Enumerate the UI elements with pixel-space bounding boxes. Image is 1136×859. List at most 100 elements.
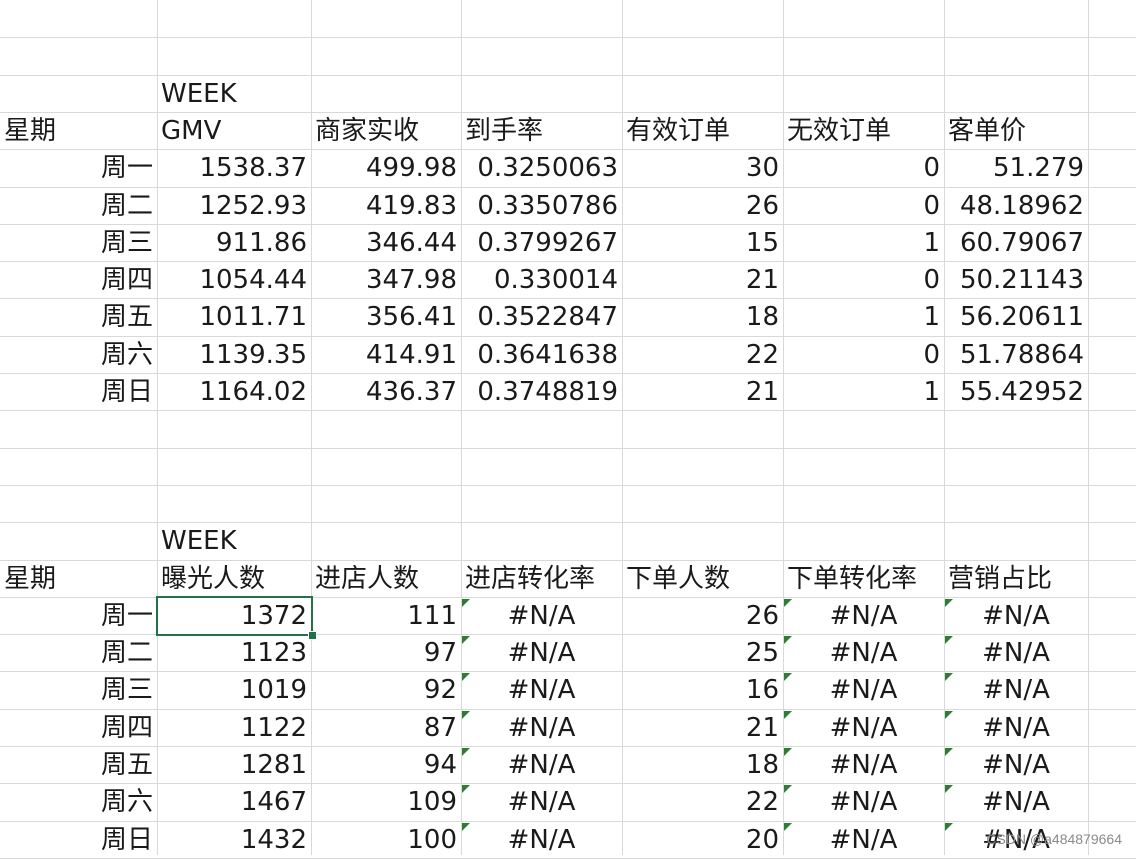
- top-cell-r3-c1[interactable]: 1054.44: [157, 262, 311, 299]
- error-indicator-icon[interactable]: [462, 636, 470, 644]
- top-cell-r2-c4[interactable]: 15: [622, 225, 783, 262]
- error-indicator-icon[interactable]: [462, 748, 470, 756]
- top-cell-r4-c1[interactable]: 1011.71: [157, 299, 311, 336]
- bottom-cell-r0-c6[interactable]: #N/A: [944, 598, 1088, 635]
- top-cell-r5-c2[interactable]: 414.91: [311, 337, 461, 374]
- top-cell-r1-c0[interactable]: 周二: [0, 188, 157, 225]
- top-cell-r4-c6[interactable]: 56.20611: [944, 299, 1088, 336]
- bottom-cell-r6-c4[interactable]: 20: [622, 822, 783, 859]
- bottom-cell-r2-c6[interactable]: #N/A: [944, 672, 1088, 709]
- error-indicator-icon[interactable]: [945, 636, 953, 644]
- error-indicator-icon[interactable]: [462, 823, 470, 831]
- top-cell-r5-c6[interactable]: 51.78864: [944, 337, 1088, 374]
- top-header-1[interactable]: GMV: [157, 113, 311, 150]
- top-cell-r3-c6[interactable]: 50.21143: [944, 262, 1088, 299]
- top-cell-r4-c5[interactable]: 1: [783, 299, 944, 336]
- top-cell-r6-c6[interactable]: 55.42952: [944, 374, 1088, 411]
- top-cell-r4-c2[interactable]: 356.41: [311, 299, 461, 336]
- top-cell-r2-c3[interactable]: 0.3799267: [461, 225, 622, 262]
- bottom-cell-r5-c3[interactable]: #N/A: [461, 784, 622, 821]
- top-cell-r3-c4[interactable]: 21: [622, 262, 783, 299]
- top-cell-r0-c2[interactable]: 499.98: [311, 150, 461, 187]
- top-cell-r4-c4[interactable]: 18: [622, 299, 783, 336]
- top-cell-r1-c4[interactable]: 26: [622, 188, 783, 225]
- top-cell-r3-c2[interactable]: 347.98: [311, 262, 461, 299]
- top-header-4[interactable]: 有效订单: [622, 113, 783, 150]
- top-cell-r6-c4[interactable]: 21: [622, 374, 783, 411]
- bottom-cell-r1-c5[interactable]: #N/A: [783, 635, 944, 672]
- bottom-cell-r6-c5[interactable]: #N/A: [783, 822, 944, 859]
- bottom-cell-r2-c5[interactable]: #N/A: [783, 672, 944, 709]
- bottom-cell-r5-c6[interactable]: #N/A: [944, 784, 1088, 821]
- bottom-cell-r2-c2[interactable]: 92: [311, 672, 461, 709]
- top-cell-r3-c5[interactable]: 0: [783, 262, 944, 299]
- bottom-cell-r5-c0[interactable]: 周六: [0, 784, 157, 821]
- error-indicator-icon[interactable]: [945, 785, 953, 793]
- error-indicator-icon[interactable]: [784, 823, 792, 831]
- top-cell-r6-c5[interactable]: 1: [783, 374, 944, 411]
- error-indicator-icon[interactable]: [462, 673, 470, 681]
- selected-cell-outline[interactable]: [156, 596, 313, 636]
- error-indicator-icon[interactable]: [462, 599, 470, 607]
- error-indicator-icon[interactable]: [784, 599, 792, 607]
- top-cell-r0-c5[interactable]: 0: [783, 150, 944, 187]
- bottom-cell-r2-c1[interactable]: 1019: [157, 672, 311, 709]
- bottom-cell-r2-c3[interactable]: #N/A: [461, 672, 622, 709]
- bottom-header-2[interactable]: 进店人数: [311, 561, 461, 598]
- top-cell-r4-c0[interactable]: 周五: [0, 299, 157, 336]
- top-header-5[interactable]: 无效订单: [783, 113, 944, 150]
- bottom-cell-r4-c2[interactable]: 94: [311, 747, 461, 784]
- error-indicator-icon[interactable]: [784, 785, 792, 793]
- top-cell-r5-c3[interactable]: 0.3641638: [461, 337, 622, 374]
- top-cell-r5-c5[interactable]: 0: [783, 337, 944, 374]
- top-cell-r6-c0[interactable]: 周日: [0, 374, 157, 411]
- bottom-cell-r4-c6[interactable]: #N/A: [944, 747, 1088, 784]
- bottom-cell-r1-c6[interactable]: #N/A: [944, 635, 1088, 672]
- bottom-header-0[interactable]: 星期: [0, 561, 157, 598]
- error-indicator-icon[interactable]: [784, 711, 792, 719]
- top-cell-r6-c2[interactable]: 436.37: [311, 374, 461, 411]
- bottom-cell-r1-c1[interactable]: 1123: [157, 635, 311, 672]
- top-cell-r6-c3[interactable]: 0.3748819: [461, 374, 622, 411]
- top-cell-r2-c6[interactable]: 60.79067: [944, 225, 1088, 262]
- top-cell-r5-c0[interactable]: 周六: [0, 337, 157, 374]
- bottom-cell-r5-c1[interactable]: 1467: [157, 784, 311, 821]
- top-cell-r0-c6[interactable]: 51.279: [944, 150, 1088, 187]
- error-indicator-icon[interactable]: [945, 711, 953, 719]
- bottom-cell-r0-c0[interactable]: 周一: [0, 598, 157, 635]
- bottom-cell-r1-c2[interactable]: 97: [311, 635, 461, 672]
- top-header-3[interactable]: 到手率: [461, 113, 622, 150]
- top-header-6[interactable]: 客单价: [944, 113, 1088, 150]
- bottom-cell-r4-c0[interactable]: 周五: [0, 747, 157, 784]
- bottom-cell-r2-c4[interactable]: 16: [622, 672, 783, 709]
- error-indicator-icon[interactable]: [462, 785, 470, 793]
- top-week-label[interactable]: WEEK: [157, 76, 311, 113]
- bottom-cell-r5-c2[interactable]: 109: [311, 784, 461, 821]
- error-indicator-icon[interactable]: [945, 823, 953, 831]
- bottom-cell-r3-c6[interactable]: #N/A: [944, 710, 1088, 747]
- top-cell-r1-c1[interactable]: 1252.93: [157, 188, 311, 225]
- bottom-cell-r0-c3[interactable]: #N/A: [461, 598, 622, 635]
- bottom-cell-r1-c0[interactable]: 周二: [0, 635, 157, 672]
- error-indicator-icon[interactable]: [784, 636, 792, 644]
- top-cell-r2-c5[interactable]: 1: [783, 225, 944, 262]
- bottom-cell-r3-c4[interactable]: 21: [622, 710, 783, 747]
- bottom-header-6[interactable]: 营销占比: [944, 561, 1088, 598]
- top-cell-r1-c2[interactable]: 419.83: [311, 188, 461, 225]
- error-indicator-icon[interactable]: [945, 673, 953, 681]
- bottom-header-5[interactable]: 下单转化率: [783, 561, 944, 598]
- top-cell-r5-c1[interactable]: 1139.35: [157, 337, 311, 374]
- bottom-cell-r6-c3[interactable]: #N/A: [461, 822, 622, 859]
- top-cell-r5-c4[interactable]: 22: [622, 337, 783, 374]
- bottom-cell-r4-c5[interactable]: #N/A: [783, 747, 944, 784]
- bottom-cell-r4-c4[interactable]: 18: [622, 747, 783, 784]
- top-header-0[interactable]: 星期: [0, 113, 157, 150]
- bottom-cell-r6-c0[interactable]: 周日: [0, 822, 157, 859]
- error-indicator-icon[interactable]: [784, 748, 792, 756]
- top-cell-r0-c3[interactable]: 0.3250063: [461, 150, 622, 187]
- error-indicator-icon[interactable]: [462, 711, 470, 719]
- top-cell-r2-c0[interactable]: 周三: [0, 225, 157, 262]
- top-cell-r2-c1[interactable]: 911.86: [157, 225, 311, 262]
- top-cell-r0-c1[interactable]: 1538.37: [157, 150, 311, 187]
- bottom-cell-r0-c2[interactable]: 111: [311, 598, 461, 635]
